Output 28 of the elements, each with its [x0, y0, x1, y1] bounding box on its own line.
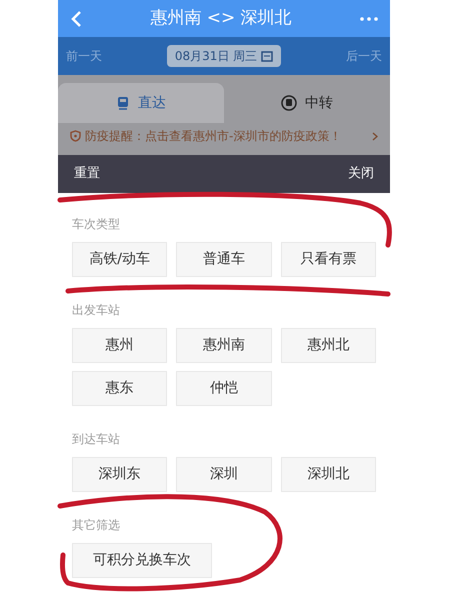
- section-title: 其它筛选: [72, 517, 121, 534]
- filter-option-button[interactable]: 深圳: [176, 457, 272, 492]
- filter-option-button[interactable]: 惠州: [72, 328, 168, 363]
- calendar-icon: [261, 50, 274, 62]
- page-title: 惠州南 <> 深圳北: [149, 6, 293, 30]
- date-picker[interactable]: 08月31日 周三: [166, 45, 282, 67]
- filter-option-button[interactable]: 仲恺: [176, 371, 272, 406]
- filter-option-button[interactable]: 深圳东: [72, 457, 168, 492]
- filter-option-button[interactable]: 惠东: [72, 371, 168, 406]
- back-icon[interactable]: [70, 10, 82, 28]
- chevron-icon: [372, 132, 378, 140]
- section-title: 到达车站: [72, 431, 121, 448]
- filter-option-button[interactable]: 惠州北: [280, 328, 376, 363]
- filter-option-button[interactable]: 高铁/动车: [72, 242, 168, 277]
- section-title: 车次类型: [72, 216, 121, 233]
- train-icon: [116, 96, 130, 110]
- filter-option-button[interactable]: 普通车: [176, 242, 272, 277]
- filter-option-button[interactable]: 深圳北: [280, 457, 376, 492]
- shield-icon: [70, 130, 81, 142]
- more-icon[interactable]: [360, 16, 378, 20]
- filter-option-button[interactable]: 惠州南: [176, 328, 272, 363]
- filter-option-button[interactable]: 可积分兑换车次: [72, 543, 212, 578]
- tab[interactable]: 中转: [224, 83, 390, 123]
- reset-button[interactable]: 重置: [74, 164, 100, 184]
- section-title: 出发车站: [72, 302, 121, 319]
- filter-option-button[interactable]: 只看有票: [280, 242, 376, 277]
- close-button[interactable]: 关闭: [348, 164, 374, 184]
- train-circle-icon: [281, 95, 297, 111]
